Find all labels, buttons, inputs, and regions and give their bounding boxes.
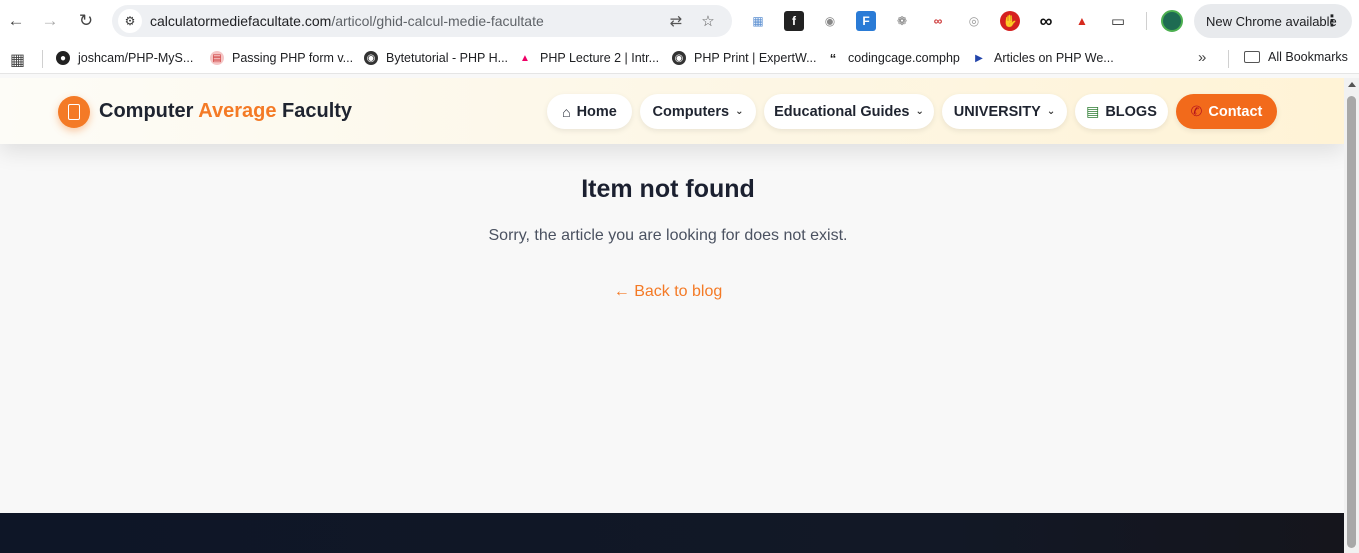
bookmark-item[interactable]: ▶ Articles on PHP We... bbox=[972, 50, 1114, 66]
globe-favicon-icon: ◉ bbox=[364, 51, 378, 65]
menu-kebab-icon[interactable]: ⋮ bbox=[1324, 11, 1340, 31]
house-icon: ⌂ bbox=[562, 103, 571, 120]
scroll-up-arrow-icon[interactable] bbox=[1348, 82, 1356, 87]
extensions-puzzle-icon[interactable]: ▭ bbox=[1108, 11, 1128, 31]
play-favicon-icon: ▶ bbox=[975, 52, 983, 64]
nav-contact-button[interactable]: ✆ Contact bbox=[1176, 94, 1277, 129]
infinity-icon[interactable]: ∞ bbox=[1036, 11, 1056, 31]
site-brand[interactable]: Computer Average Faculty bbox=[99, 100, 352, 123]
globe-favicon-icon: ◉ bbox=[672, 51, 686, 65]
nav-blogs-button[interactable]: ▤ BLOGS bbox=[1075, 94, 1168, 129]
bookmarks-bar: ▦ ● joshcam/PHP-MyS... ▤ Passing PHP form … bbox=[0, 42, 1359, 74]
nav-computers-dropdown[interactable]: Computers ⌄ bbox=[640, 94, 756, 129]
back-arrow-icon[interactable]: ← bbox=[4, 9, 28, 33]
all-bookmarks-button[interactable]: All Bookmarks bbox=[1244, 50, 1348, 64]
site-footer bbox=[0, 513, 1344, 553]
chrome-update-button[interactable]: New Chrome available ⋮ bbox=[1194, 4, 1352, 38]
extension-link-icon[interactable]: ∞ bbox=[928, 11, 948, 31]
page-scrollbar[interactable] bbox=[1344, 78, 1359, 553]
books-icon: ▤ bbox=[1086, 103, 1100, 119]
back-to-blog-wrapper: ← Back to blog bbox=[0, 283, 1336, 301]
pdf-icon[interactable]: ▲ bbox=[1072, 11, 1092, 31]
bookmark-item[interactable]: “codingcage.comphp bbox=[826, 50, 960, 66]
bookmark-item[interactable]: ◉ Bytetutorial - PHP H... bbox=[364, 50, 508, 66]
toolbar-divider bbox=[1146, 12, 1147, 30]
scroll-thumb[interactable] bbox=[1347, 96, 1356, 548]
extension-font-icon[interactable]: f bbox=[784, 11, 804, 31]
bookmark-item[interactable]: ▲ PHP Lecture 2 | Intr... bbox=[518, 50, 659, 66]
bookmarks-divider bbox=[1228, 50, 1229, 68]
update-label: New Chrome available bbox=[1206, 13, 1337, 29]
url-text[interactable]: calculatormediefacultate.com/articol/ghi… bbox=[150, 13, 544, 29]
chevron-down-icon: ⌄ bbox=[915, 106, 924, 117]
bookmark-item[interactable]: ◉ PHP Print | ExpertW... bbox=[672, 50, 817, 66]
globe-icon[interactable]: ◎ bbox=[964, 11, 984, 31]
github-icon: ● bbox=[56, 51, 70, 65]
camera-icon[interactable]: ◉ bbox=[820, 11, 840, 31]
forward-arrow-icon[interactable]: → bbox=[38, 9, 62, 33]
page-favicon-icon: ▤ bbox=[210, 51, 224, 65]
folder-icon bbox=[1244, 51, 1260, 63]
calculator-logo-icon[interactable] bbox=[58, 96, 90, 128]
bookmarks-overflow-icon[interactable]: » bbox=[1198, 49, 1206, 66]
bookmarks-divider bbox=[42, 50, 43, 68]
quote-favicon-icon: “ bbox=[829, 50, 837, 66]
profile-avatar[interactable] bbox=[1161, 10, 1183, 32]
nav-home-button[interactable]: ⌂ Home bbox=[547, 94, 632, 129]
site-info-icon[interactable]: ⚙ bbox=[118, 9, 142, 33]
translate-icon[interactable]: ⇄ bbox=[666, 11, 686, 31]
adblock-icon[interactable]: ✋ bbox=[1000, 11, 1020, 31]
bookmark-item[interactable]: ▤ Passing PHP form v... bbox=[210, 50, 353, 66]
extension-leaf-icon[interactable]: ❁ bbox=[892, 11, 912, 31]
reload-icon[interactable]: ↻ bbox=[74, 9, 98, 33]
address-bar[interactable]: ⚙ calculatormediefacultate.com/articol/g… bbox=[112, 5, 732, 37]
chevron-down-icon: ⌄ bbox=[1046, 106, 1056, 117]
not-found-message: Sorry, the article you are looking for d… bbox=[488, 227, 848, 244]
bookmark-star-icon[interactable]: ☆ bbox=[698, 11, 718, 31]
phone-icon: ✆ bbox=[1190, 103, 1203, 119]
back-to-blog-link[interactable]: ← Back to blog bbox=[614, 283, 723, 300]
apps-grid-icon[interactable]: ▦ bbox=[10, 50, 25, 70]
bookmark-item[interactable]: ● joshcam/PHP-MyS... bbox=[56, 50, 193, 66]
extension-stack-icon[interactable]: ▦ bbox=[748, 11, 768, 31]
browser-toolbar: ← → ↻ ⚙ calculatormediefacultate.com/art… bbox=[0, 0, 1359, 42]
nav-university-dropdown[interactable]: UNIVERSITY ⌄ bbox=[942, 94, 1067, 129]
site-header: Computer Average Faculty ⌂ Home Computers… bbox=[0, 78, 1344, 144]
drive-favicon-icon: ▲ bbox=[520, 52, 530, 64]
chevron-down-icon: ⌄ bbox=[735, 106, 744, 117]
nav-guides-dropdown[interactable]: Educational Guides ⌄ bbox=[764, 94, 934, 129]
extension-fi-icon[interactable]: F bbox=[856, 11, 876, 31]
page-viewport: Computer Average Faculty ⌂ Home Computers… bbox=[0, 78, 1344, 553]
page-title: Item not found bbox=[581, 175, 755, 203]
